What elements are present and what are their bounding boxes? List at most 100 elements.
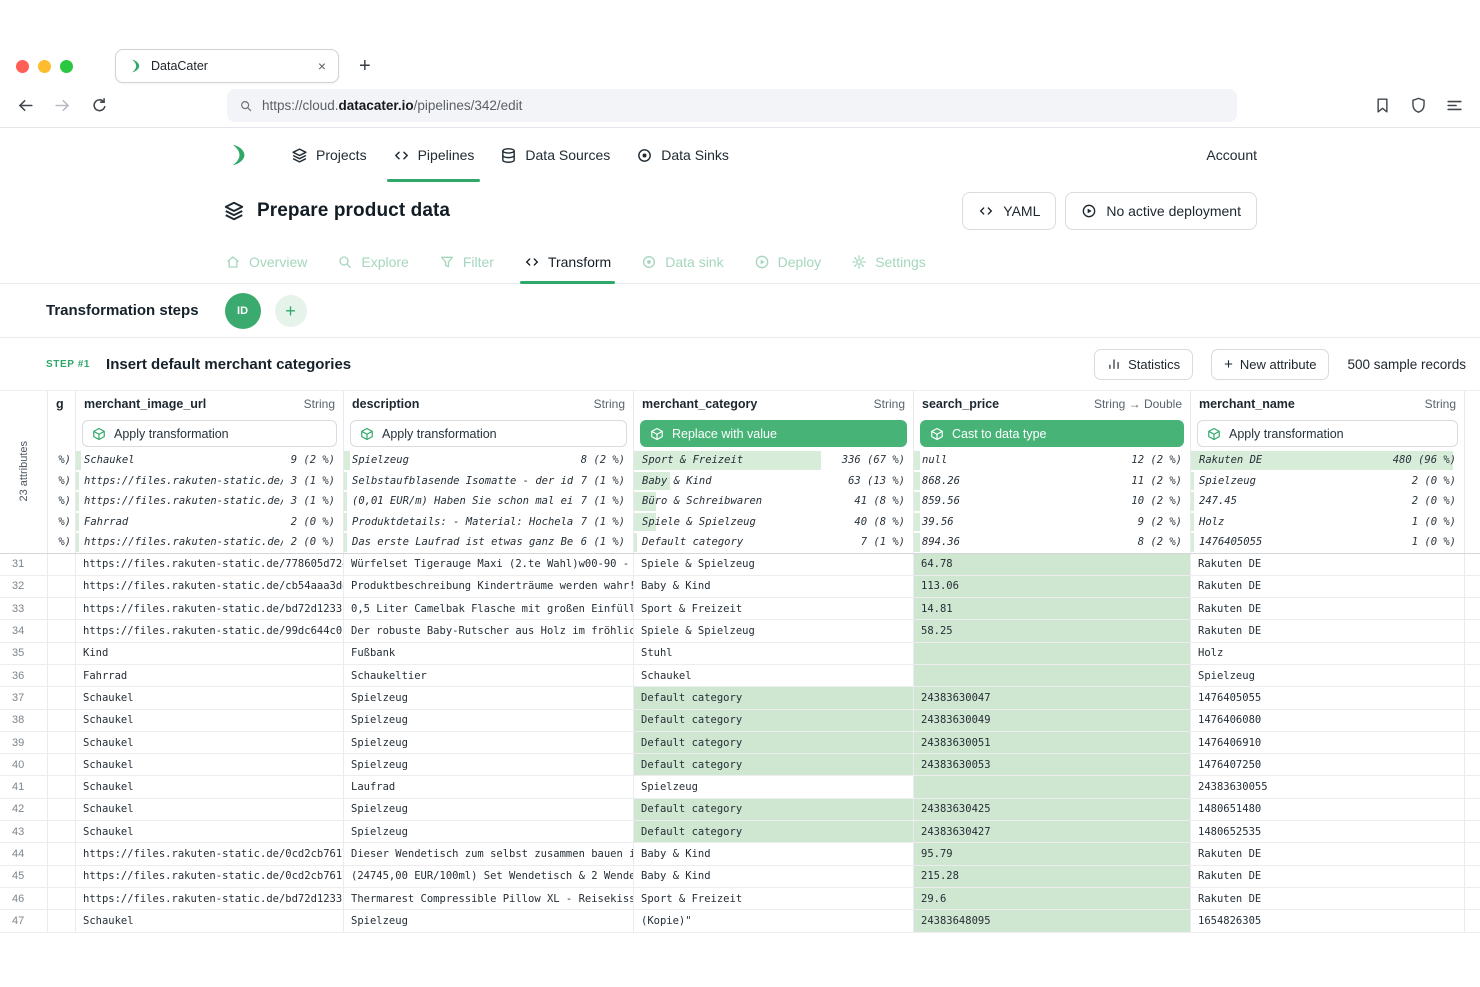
nav-item-data-sinks[interactable]: Data Sinks bbox=[636, 128, 729, 182]
stat-count: 9 (2 %) bbox=[291, 454, 335, 466]
data-cell: 14.81 bbox=[914, 598, 1191, 619]
stat-count-fragment: %) bbox=[58, 495, 71, 507]
clipped-cell bbox=[48, 710, 76, 731]
row-number: 42 bbox=[0, 799, 48, 820]
data-cell: 1476405055 bbox=[1191, 687, 1465, 708]
stat-count: 8 (2 %) bbox=[581, 454, 625, 466]
tab-settings[interactable]: Settings bbox=[849, 240, 928, 283]
data-cell: 215.28 bbox=[914, 866, 1191, 887]
new-tab-button[interactable]: + bbox=[359, 56, 371, 76]
table-row: 46https://files.rakuten-static.de/bd72d1… bbox=[0, 888, 1480, 910]
tab-explore[interactable]: Explore bbox=[335, 240, 410, 283]
deployment-button[interactable]: No active deployment bbox=[1065, 192, 1257, 230]
stat-count: 3 (1 %) bbox=[291, 475, 335, 487]
data-cell: 24383630053 bbox=[914, 754, 1191, 775]
data-cell: (Kopie)" bbox=[634, 910, 914, 931]
column-action-button[interactable]: Apply transformation bbox=[1197, 420, 1458, 447]
clipped-cell bbox=[48, 554, 76, 575]
url-bar[interactable]: https://cloud.datacater.io/pipelines/342… bbox=[227, 89, 1237, 122]
column-action-label: Apply transformation bbox=[382, 427, 497, 441]
forward-icon[interactable] bbox=[53, 96, 72, 115]
data-cell: 24383630049 bbox=[914, 710, 1191, 731]
tab-filter[interactable]: Filter bbox=[437, 240, 496, 283]
grid-header: 23 attributes g %)%)%)%)%) merchant_imag… bbox=[0, 391, 1480, 554]
home-icon bbox=[225, 254, 241, 270]
new-attribute-button[interactable]: + New attribute bbox=[1211, 349, 1329, 380]
data-cell: 24383630427 bbox=[914, 821, 1191, 842]
column-action-button[interactable]: Replace with value bbox=[640, 420, 907, 447]
column-merchant-category: merchant_categoryStringReplace with valu… bbox=[634, 391, 914, 553]
clipped-cell bbox=[48, 910, 76, 931]
tab-data-sink[interactable]: Data sink bbox=[639, 240, 725, 283]
stat-value: https://files.rakuten-static.de/9c28( bbox=[84, 536, 283, 548]
stat-value: https://files.rakuten-static.de/fb7e bbox=[84, 495, 283, 507]
table-row: 47SchaukelSpielzeug(Kopie)"2438364809516… bbox=[0, 910, 1480, 932]
step-id-button[interactable]: ID bbox=[225, 293, 261, 329]
stat-count-fragment: %) bbox=[58, 536, 71, 548]
column-stat-row: 859.5610 (2 %) bbox=[914, 491, 1190, 512]
reload-icon[interactable] bbox=[90, 96, 109, 115]
app-header: ProjectsPipelinesData SourcesData Sinks … bbox=[0, 128, 1480, 182]
column-stat-row: Produktdetails: - Material: Hochelas7 (1… bbox=[344, 512, 633, 533]
column-stat-row: https://files.rakuten-static.de/fb7e3 (1… bbox=[76, 491, 343, 512]
nav-item-data-sources[interactable]: Data Sources bbox=[500, 128, 610, 182]
tab-label: Overview bbox=[249, 254, 307, 270]
column-action-button[interactable]: Apply transformation bbox=[350, 420, 627, 447]
stat-bar bbox=[914, 492, 920, 511]
nav-item-projects[interactable]: Projects bbox=[291, 128, 367, 182]
stat-count: 63 (13 %) bbox=[848, 475, 905, 487]
data-cell: https://files.rakuten-static.de/cb54aaa3… bbox=[76, 576, 344, 597]
zoom-window-button[interactable] bbox=[60, 60, 73, 73]
nav-item-pipelines[interactable]: Pipelines bbox=[393, 128, 475, 182]
column-stat-row: null12 (2 %) bbox=[914, 450, 1190, 471]
minimize-window-button[interactable] bbox=[38, 60, 51, 73]
column-stat-row: Spiele & Spielzeug40 (8 %) bbox=[634, 512, 913, 533]
tab-deploy[interactable]: Deploy bbox=[752, 240, 824, 283]
column-action-button[interactable]: Cast to data type bbox=[920, 420, 1184, 447]
column-stat-row: Schaukel9 (2 %) bbox=[76, 450, 343, 471]
data-cell: Default category bbox=[634, 821, 914, 842]
menu-icon[interactable] bbox=[1445, 96, 1464, 115]
shield-icon[interactable] bbox=[1409, 96, 1428, 115]
statistics-button[interactable]: Statistics bbox=[1094, 349, 1193, 380]
datacater-logo[interactable] bbox=[223, 142, 249, 168]
column-name: merchant_image_url bbox=[84, 397, 206, 411]
tab-overview[interactable]: Overview bbox=[223, 240, 309, 283]
add-step-button[interactable]: + bbox=[275, 295, 307, 327]
data-cell: Rakuten DE bbox=[1191, 843, 1465, 864]
tab-transform[interactable]: Transform bbox=[522, 240, 613, 283]
stat-count: 2 (0 %) bbox=[291, 536, 335, 548]
clipped-cell bbox=[48, 687, 76, 708]
stat-value: Spielzeug bbox=[1199, 475, 1404, 487]
grid-body[interactable]: 31https://files.rakuten-static.de/778605… bbox=[0, 554, 1480, 933]
stat-count: 10 (2 %) bbox=[1131, 495, 1182, 507]
nav-item-account[interactable]: Account bbox=[1206, 147, 1257, 163]
column-search-price: search_priceString → DoubleCast to data … bbox=[914, 391, 1191, 553]
data-cell bbox=[914, 776, 1191, 797]
close-window-button[interactable] bbox=[16, 60, 29, 73]
yaml-button-label: YAML bbox=[1003, 203, 1040, 219]
table-row: 45https://files.rakuten-static.de/0cd2cb… bbox=[0, 866, 1480, 888]
data-cell: 1654826305 bbox=[1191, 910, 1465, 931]
tab-label: Transform bbox=[548, 254, 611, 270]
column-action-button[interactable]: Apply transformation bbox=[82, 420, 337, 447]
sink-icon bbox=[641, 254, 657, 270]
step-actions: Statistics + New attribute 500 sample re… bbox=[1094, 349, 1466, 380]
clipped-cell bbox=[48, 576, 76, 597]
clipped-cell bbox=[48, 643, 76, 664]
tab-close-icon[interactable]: × bbox=[316, 58, 328, 74]
stat-bar bbox=[344, 513, 347, 532]
column-stat-row: Baby & Kind63 (13 %) bbox=[634, 471, 913, 492]
data-cell: Spiele & Spielzeug bbox=[634, 554, 914, 575]
back-icon[interactable] bbox=[16, 96, 35, 115]
stat-value: 247.45 bbox=[1199, 495, 1404, 507]
column-type: String bbox=[304, 397, 335, 411]
new-attribute-button-label: New attribute bbox=[1240, 357, 1317, 372]
browser-tab[interactable]: DataCater × bbox=[115, 49, 339, 83]
data-cell: 95.79 bbox=[914, 843, 1191, 864]
data-cell: Sport & Freizeit bbox=[634, 888, 914, 909]
data-cell: Schaukel bbox=[76, 910, 344, 931]
stat-bar bbox=[76, 472, 79, 491]
yaml-button[interactable]: YAML bbox=[962, 192, 1056, 230]
bookmark-icon[interactable] bbox=[1373, 96, 1392, 115]
